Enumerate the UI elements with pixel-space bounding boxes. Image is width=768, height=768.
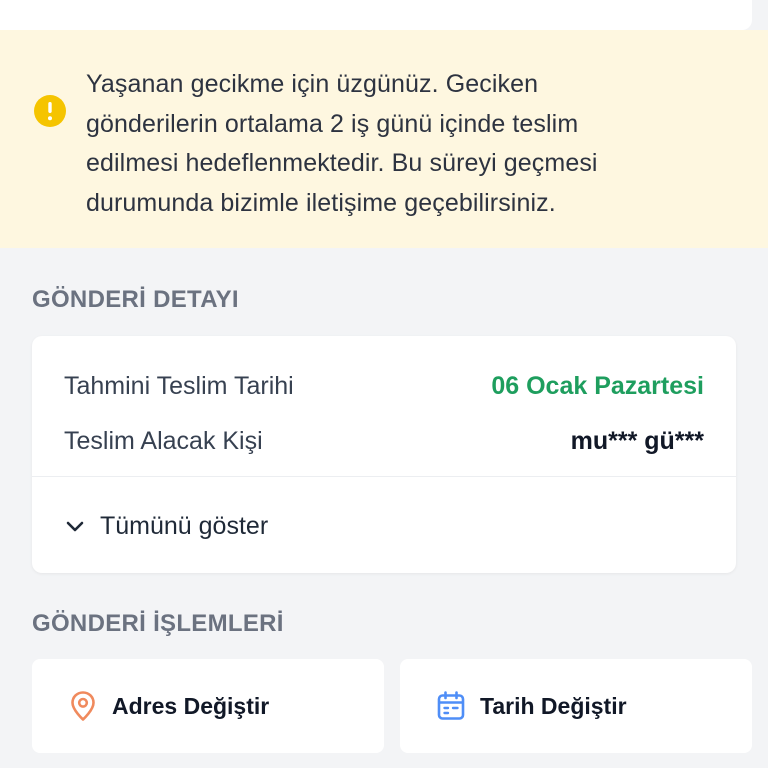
alert-line: durumunda bizimle iletişime geçebilirsin… [86,188,556,217]
show-all-label: Tümünü göster [100,511,269,540]
change-address-button[interactable]: Adres Değiştir [32,659,384,753]
chevron-down-icon [66,521,84,532]
shipment-details-card: Tahmini Teslim Tarihi 06 Ocak Pazartesi … [32,336,736,573]
change-date-label: Tarih Değiştir [480,692,627,719]
delivery-date-row: Tahmini Teslim Tarihi 06 Ocak Pazartesi [64,366,704,406]
shipment-actions-title: GÖNDERİ İŞLEMLERİ [32,610,284,637]
show-all-button[interactable]: Tümünü göster [64,506,268,546]
alert-line: gönderilerin ortalama 2 iş günü içinde t… [86,109,579,138]
change-address-label: Adres Değiştir [112,692,270,719]
recipient-value: mu*** gü*** [570,426,704,455]
alert-line: edilmesi hedeflenmektedir. Bu süreyi geç… [86,149,598,177]
delay-alert: Yaşanan gecikme için üzgünüz. Geciken gö… [0,30,768,248]
delivery-date-label: Tahmini Teslim Tarihi [64,371,294,400]
top-card-surface [0,0,752,30]
alert-message: Yaşanan gecikme için üzgünüz. Geciken gö… [86,65,708,223]
delivery-date-value: 06 Ocak Pazartesi [491,371,704,400]
calendar-icon [437,691,465,720]
alert-line: Yaşanan gecikme için üzgünüz. Geciken [86,70,539,98]
recipient-row: Teslim Alacak Kişi mu*** gü*** [64,421,704,461]
shipment-details-title: GÖNDERİ DETAYI [32,286,239,313]
location-pin-icon [71,691,95,721]
top-card-edge [0,0,768,30]
card-divider [32,476,736,477]
change-date-button[interactable]: Tarih Değiştir [400,659,752,753]
warning-icon [34,95,66,127]
recipient-label: Teslim Alacak Kişi [64,426,263,455]
